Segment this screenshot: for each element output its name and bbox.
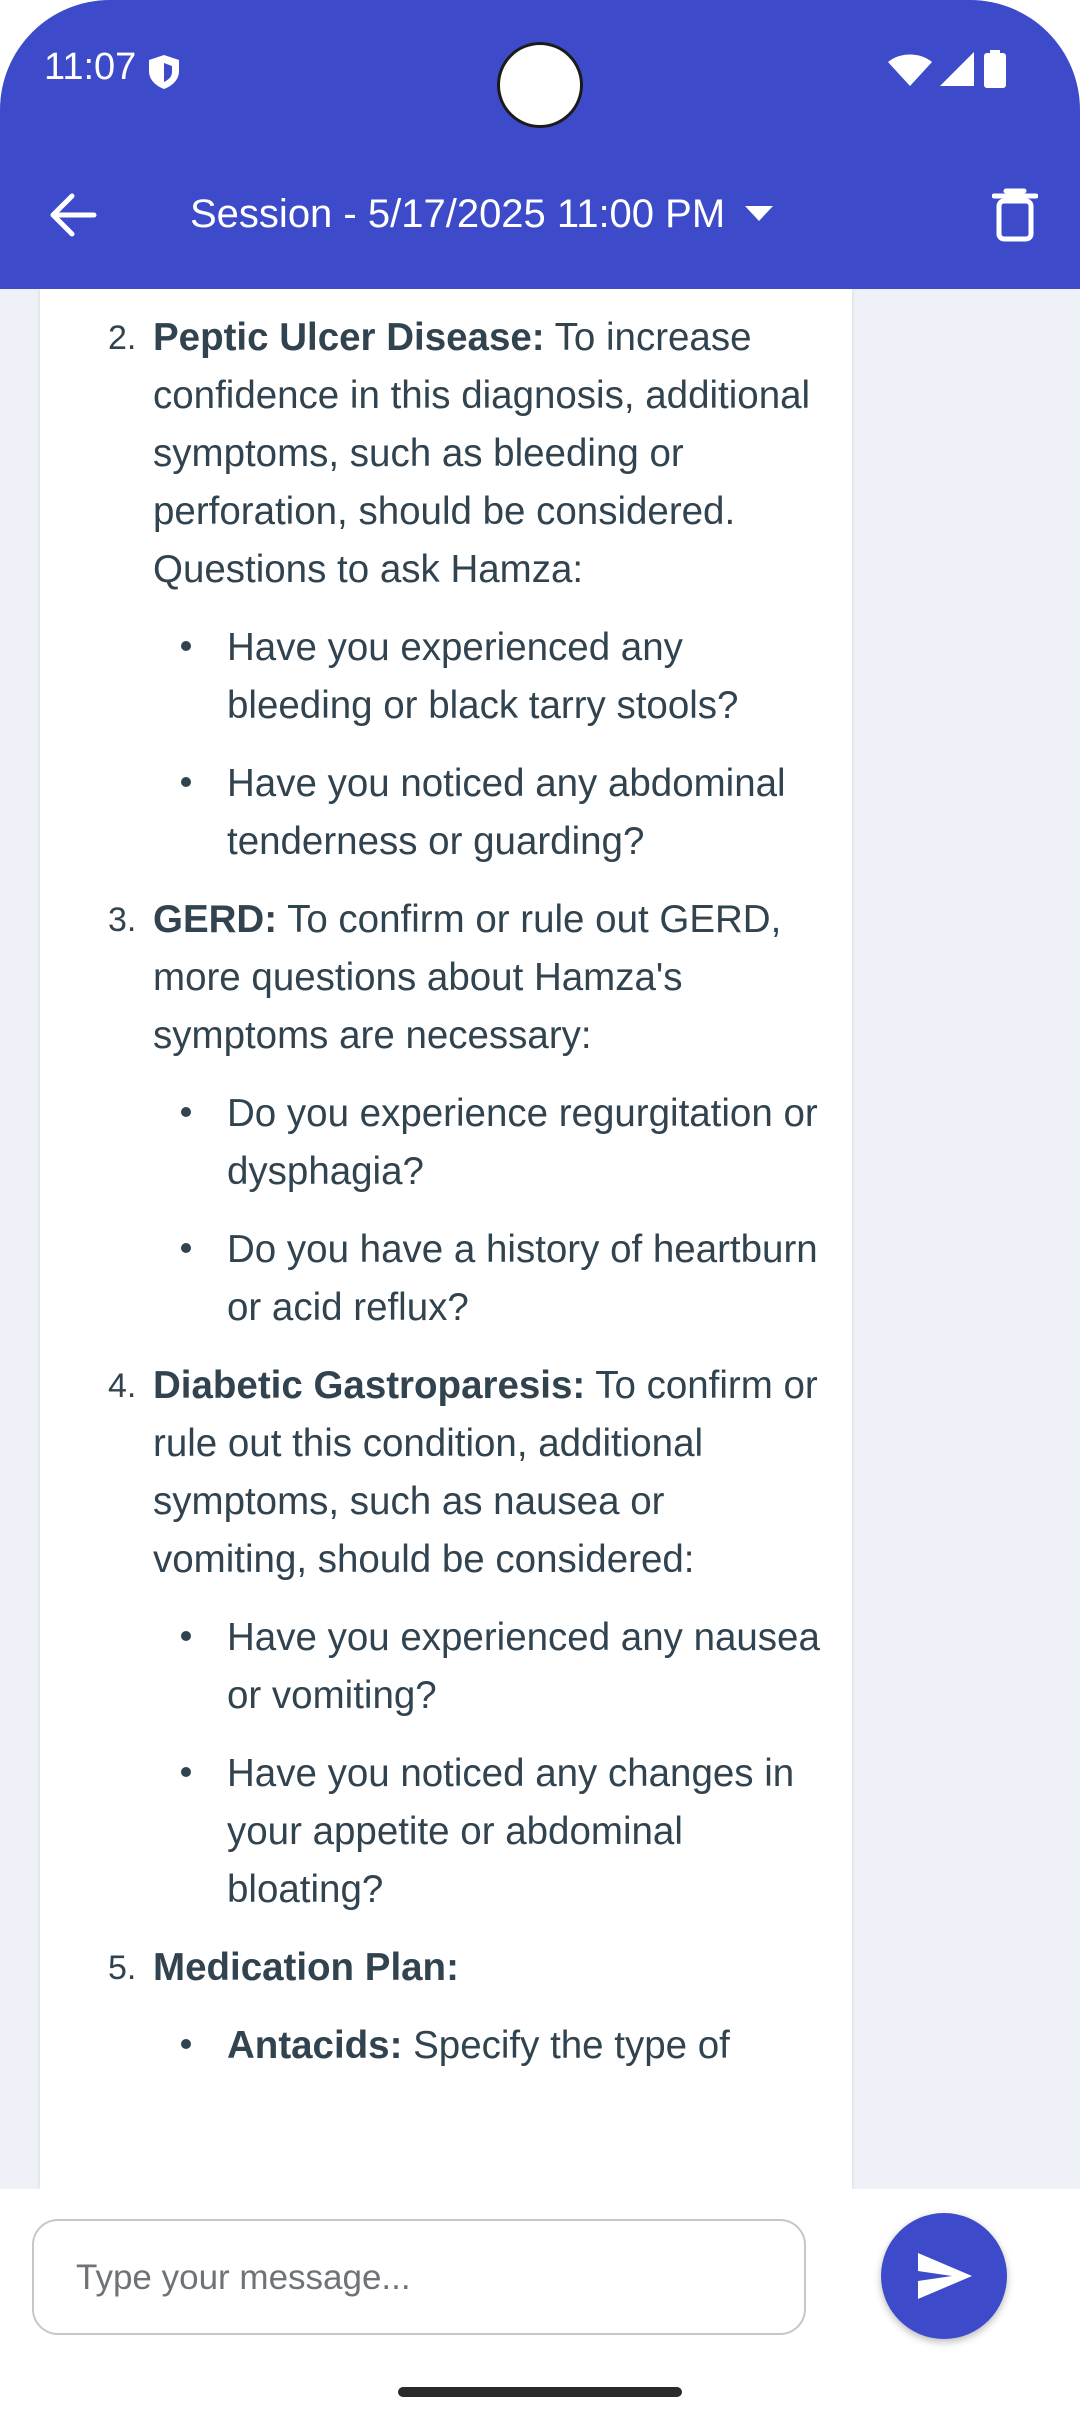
composer-bar [0,2189,1080,2424]
caret-down-icon [745,206,774,221]
item-number: 4. [108,1367,137,1405]
message-card: 2. Peptic Ulcer Disease: To increase con… [40,289,852,2189]
bullet-item: Have you noticed any changes in your app… [181,1745,822,1919]
bullet-text: Have you noticed any abdominal tendernes… [227,762,786,863]
item-label: Medication Plan: [153,1946,459,1989]
message-content: 2. Peptic Ulcer Disease: To increase con… [40,289,852,2189]
battery-icon [984,50,1006,88]
message-input-box [32,2219,806,2335]
bullet-list: Have you experienced any nausea or vomit… [153,1609,822,1919]
message-input[interactable] [74,2221,768,2335]
bullet-item: Have you noticed any abdominal tendernes… [181,755,822,871]
trash-icon[interactable] [992,186,1038,242]
send-button[interactable] [881,2213,1007,2339]
bullet-item: Have you experienced any nausea or vomit… [181,1609,822,1725]
bullet-dot [181,1107,191,1117]
bullet-dot [181,1767,191,1777]
bullet-label: Antacids: [227,2024,403,2067]
bullet-dot [181,2039,191,2049]
home-indicator[interactable] [398,2387,682,2397]
bullet-dot [181,777,191,787]
item-number: 5. [108,1949,137,1987]
session-title: Session - 5/17/2025 11:00 PM [190,191,726,236]
bullet-dot [181,1243,191,1253]
bullet-item: Antacids: Specify the type of [181,2017,822,2075]
bullet-dot [181,641,191,651]
bullet-text: Have you experienced any nausea or vomit… [227,1616,820,1717]
bullet-item: Do you experience regurgitation or dysph… [181,1085,822,1201]
bullet-dot [181,1631,191,1641]
bullet-text: Do you experience regurgitation or dysph… [227,1092,818,1193]
bullet-text: Do you have a history of heartburn or ac… [227,1228,818,1329]
back-arrow-icon[interactable] [44,186,102,244]
numbered-list: 2. Peptic Ulcer Disease: To increase con… [40,289,852,2075]
phone-screen: 11:07 Session - 5/17/2025 11:00 PM 2. Pe… [0,0,1080,2424]
wifi-icon [888,54,932,86]
app-header: 11:07 Session - 5/17/2025 11:00 PM [0,0,1080,289]
bullet-item: Have you experienced any bleeding or bla… [181,619,822,735]
item-number: 2. [108,319,137,357]
bullet-list: Have you experienced any bleeding or bla… [153,619,822,871]
list-item: 2. Peptic Ulcer Disease: To increase con… [108,309,822,871]
signal-icon [940,52,974,86]
list-item: 4. Diabetic Gastroparesis: To confirm or… [108,1357,822,1919]
item-number: 3. [108,901,137,939]
bullet-item: Do you have a history of heartburn or ac… [181,1221,822,1337]
item-label: GERD: [153,898,278,941]
item-label: Diabetic Gastroparesis: [153,1364,586,1407]
bullet-list: Do you experience regurgitation or dysph… [153,1085,822,1337]
bullet-text: Have you noticed any changes in your app… [227,1752,795,1911]
status-time: 11:07 [44,46,137,88]
list-item: 5. Medication Plan: Antacids: Specify th… [108,1939,822,2075]
camera-cutout [497,42,583,128]
bullet-text: Specify the type of [402,2024,730,2067]
list-item: 3. GERD: To confirm or rule out GERD, mo… [108,891,822,1337]
bullet-list: Antacids: Specify the type of [153,2017,822,2075]
item-label: Peptic Ulcer Disease: [153,316,545,359]
session-selector[interactable]: Session - 5/17/2025 11:00 PM [190,186,775,242]
shield-icon [149,55,179,89]
bullet-text: Have you experienced any bleeding or bla… [227,626,739,727]
send-icon [918,2253,972,2299]
